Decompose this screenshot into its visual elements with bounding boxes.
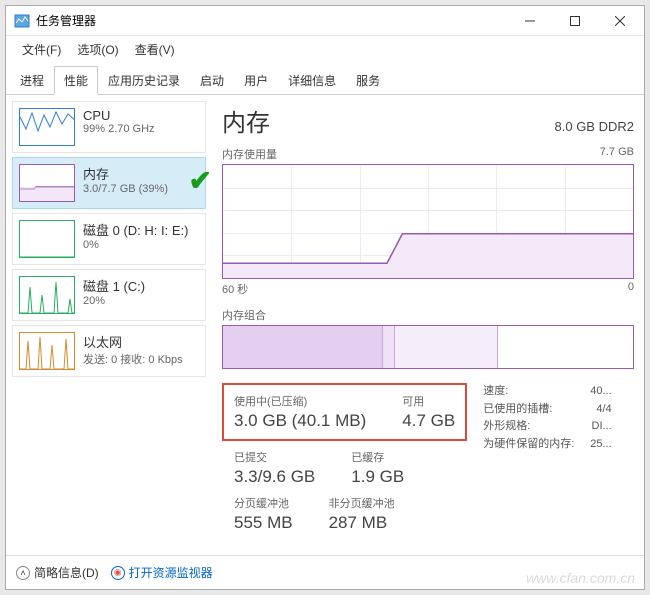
sidebar-eth-sub: 发送: 0 接收: 0 Kbps (83, 351, 183, 367)
main-panel: 内存 8.0 GB DDR2 内存使用量 7.7 GB 60 秒 0 内存组合 (206, 95, 644, 555)
cached-label: 已缓存 (351, 449, 404, 465)
sidebar-disk1-sub: 20% (83, 295, 145, 307)
window-title: 任务管理器 (36, 12, 507, 29)
tab-services[interactable]: 服务 (346, 66, 390, 95)
nonpaged-label: 非分页缓冲池 (329, 495, 395, 511)
in-use-value: 3.0 GB (40.1 MB) (234, 411, 366, 431)
app-icon (14, 13, 30, 29)
cached-value: 1.9 GB (351, 467, 404, 487)
highlighted-stats: 使用中(已压缩) 3.0 GB (40.1 MB) 可用 4.7 GB (222, 383, 467, 441)
paged-value: 555 MB (234, 513, 293, 533)
close-button[interactable] (597, 6, 642, 35)
disk0-thumb-icon (19, 220, 75, 258)
menubar: 文件(F) 选项(O) 查看(V) (6, 36, 644, 63)
cpu-thumb-icon (19, 108, 75, 146)
minimize-button[interactable] (507, 6, 552, 35)
memory-usage-chart (222, 164, 634, 279)
sidebar-item-disk0[interactable]: 磁盘 0 (D: H: I: E:)0% (12, 213, 206, 265)
menu-file[interactable]: 文件(F) (14, 38, 69, 61)
tab-users[interactable]: 用户 (234, 66, 278, 95)
sidebar-item-ethernet[interactable]: 以太网发送: 0 接收: 0 Kbps (12, 325, 206, 377)
resource-monitor-link[interactable]: ◉ 打开资源监视器 (111, 564, 213, 581)
tab-performance[interactable]: 性能 (54, 66, 98, 95)
memory-thumb-icon (19, 164, 75, 202)
sidebar-eth-title: 以太网 (83, 332, 183, 351)
hardware-stats: 速度:40... 已使用的插槽:4/4 外形规格:DI... 为硬件保留的内存:… (483, 383, 611, 533)
page-title: 内存 (222, 103, 270, 138)
sidebar-disk1-title: 磁盘 1 (C:) (83, 276, 145, 295)
sidebar-disk0-sub: 0% (83, 239, 188, 251)
composition-label: 内存组合 (222, 307, 634, 323)
sidebar: CPU99% 2.70 GHz 内存3.0/7.7 GB (39%) ✔ 磁盘 … (6, 95, 206, 555)
tabs: 进程 性能 应用历史记录 启动 用户 详细信息 服务 (6, 65, 644, 95)
sidebar-item-cpu[interactable]: CPU99% 2.70 GHz (12, 101, 206, 153)
menu-options[interactable]: 选项(O) (69, 38, 126, 61)
sidebar-disk0-title: 磁盘 0 (D: H: I: E:) (83, 220, 188, 239)
titlebar: 任务管理器 (6, 6, 644, 36)
chevron-up-icon: ˄ (16, 566, 30, 580)
sidebar-mem-title: 内存 (83, 164, 168, 183)
commit-value: 3.3/9.6 GB (234, 467, 315, 487)
axis-left: 60 秒 (222, 281, 248, 297)
commit-label: 已提交 (234, 449, 315, 465)
chart-label: 内存使用量 (222, 146, 277, 162)
memory-spec: 8.0 GB DDR2 (555, 119, 634, 134)
tab-startup[interactable]: 启动 (190, 66, 234, 95)
resmon-icon: ◉ (111, 566, 125, 580)
avail-label: 可用 (402, 393, 455, 409)
tab-details[interactable]: 详细信息 (278, 66, 346, 95)
chart-max: 7.7 GB (600, 146, 634, 162)
nonpaged-value: 287 MB (329, 513, 395, 533)
tab-processes[interactable]: 进程 (10, 66, 54, 95)
menu-view[interactable]: 查看(V) (127, 38, 183, 61)
ethernet-thumb-icon (19, 332, 75, 370)
in-use-label: 使用中(已压缩) (234, 393, 366, 409)
maximize-button[interactable] (552, 6, 597, 35)
sidebar-item-memory[interactable]: 内存3.0/7.7 GB (39%) (12, 157, 206, 209)
checkmark-icon: ✔ (189, 164, 212, 197)
tab-history[interactable]: 应用历史记录 (98, 66, 190, 95)
task-manager-window: 任务管理器 文件(F) 选项(O) 查看(V) 进程 性能 应用历史记录 启动 … (5, 5, 645, 590)
memory-composition-chart (222, 325, 634, 369)
sidebar-item-disk1[interactable]: 磁盘 1 (C:)20% (12, 269, 206, 321)
axis-right: 0 (628, 281, 634, 297)
fewer-details-button[interactable]: ˄ 简略信息(D) (16, 564, 99, 581)
watermark: www.cfan.com.cn (526, 570, 635, 586)
avail-value: 4.7 GB (402, 411, 455, 431)
sidebar-mem-sub: 3.0/7.7 GB (39%) (83, 183, 168, 195)
disk1-thumb-icon (19, 276, 75, 314)
sidebar-cpu-title: CPU (83, 108, 155, 123)
paged-label: 分页缓冲池 (234, 495, 293, 511)
sidebar-cpu-sub: 99% 2.70 GHz (83, 123, 155, 135)
